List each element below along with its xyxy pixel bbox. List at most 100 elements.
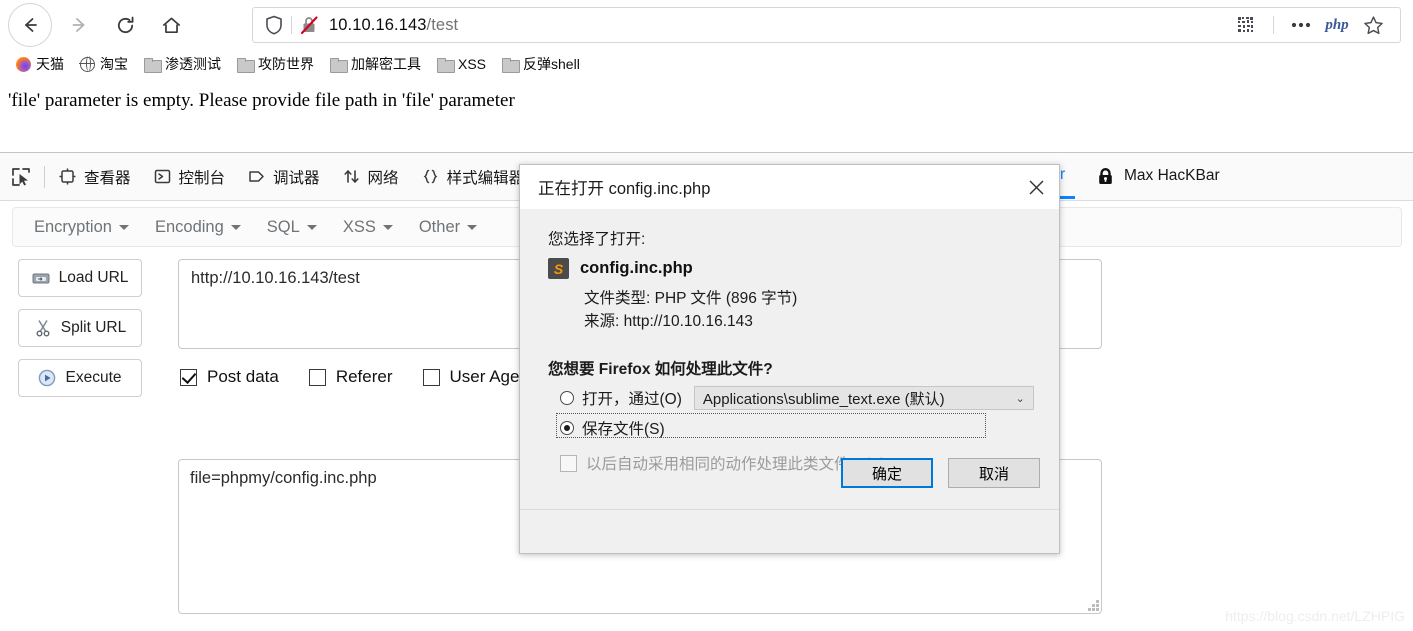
bookmark-label: XSS — [458, 56, 487, 72]
radio-open-with[interactable]: 打开，通过(O) Applications\sublime_text.exe (… — [560, 386, 1034, 410]
tab-network[interactable]: 网络 — [331, 154, 410, 200]
application-select[interactable]: Applications\sublime_text.exe (默认) ⌄ — [693, 386, 1034, 410]
dialog-file-type: 文件类型: PHP 文件 (896 字节) — [584, 290, 798, 307]
back-button[interactable] — [8, 3, 52, 47]
navigation-bar: 10.10.16.143/test php — [0, 0, 1413, 50]
bookmark-xss[interactable]: XSS — [431, 54, 492, 74]
style-editor-icon — [421, 167, 440, 186]
actions-divider — [1273, 16, 1274, 34]
browser-chrome: 10.10.16.143/test php 天猫 淘宝 渗透测试 攻防世界 加解… — [0, 0, 1413, 78]
crossed-lock-icon[interactable] — [300, 15, 319, 35]
hackbar-action-buttons: Load URL Split URL Execute — [18, 259, 142, 409]
radio-button — [560, 421, 574, 435]
bookmark-label: 攻防世界 — [258, 56, 314, 72]
url-path: /test — [426, 15, 459, 34]
menu-encoding[interactable]: Encoding — [142, 213, 254, 242]
tab-label: 网络 — [367, 169, 399, 187]
load-url-icon — [32, 269, 50, 287]
reload-icon — [117, 16, 133, 33]
menu-label: Encryption — [34, 217, 112, 236]
checkbox-box — [560, 454, 577, 472]
checkbox-user-agent[interactable]: User Agent — [422, 367, 534, 387]
page-content-area: 'file' parameter is empty. Please provid… — [0, 78, 1413, 152]
forward-button[interactable] — [58, 4, 100, 46]
resize-grip[interactable] — [1087, 599, 1099, 611]
url-bar[interactable]: 10.10.16.143/test php — [252, 7, 1401, 43]
dialog-question: 您想要 Firefox 如何处理此文件? — [548, 361, 773, 378]
checkbox-label: Post data — [207, 367, 279, 386]
button-label: 取消 — [978, 465, 1009, 483]
dialog-title: 正在打开 config.inc.php — [538, 180, 711, 198]
dialog-file-row: S config.inc.php — [548, 258, 693, 279]
checkbox-box — [308, 368, 326, 386]
hackbar-post-data-value: file=phpmy/config.inc.php — [190, 469, 377, 487]
close-icon[interactable] — [1013, 165, 1059, 209]
tab-label: 调试器 — [273, 169, 320, 187]
radio-open-label: 打开，通过(O) — [582, 391, 682, 408]
ellipsis-icon[interactable] — [1284, 10, 1318, 40]
bookmark-label: 反弹shell — [523, 56, 580, 72]
chevron-down-icon — [306, 224, 317, 230]
radio-save-file[interactable]: 保存文件(S) — [556, 413, 986, 439]
bookmark-pentest[interactable]: 渗透测试 — [138, 52, 227, 76]
checkbox-box — [422, 368, 440, 386]
menu-xss[interactable]: XSS — [330, 213, 406, 242]
bookmark-taobao[interactable]: 淘宝 — [74, 52, 134, 76]
load-url-button[interactable]: Load URL — [18, 259, 142, 297]
tab-style-editor[interactable]: 样式编辑器 — [410, 154, 536, 200]
qr-code-icon[interactable] — [1229, 10, 1263, 40]
hackbar-url-value: http://10.10.16.143/test — [191, 269, 360, 287]
bookmark-label: 淘宝 — [100, 56, 128, 72]
bookmark-ctf[interactable]: 攻防世界 — [231, 52, 320, 76]
dialog-file-name: config.inc.php — [580, 259, 693, 277]
home-icon — [162, 16, 180, 33]
bookmark-crypto-tools[interactable]: 加解密工具 — [324, 52, 427, 76]
menu-label: SQL — [266, 217, 300, 236]
focus-outline — [556, 413, 986, 438]
shield-icon[interactable] — [265, 15, 283, 35]
menu-label: Encoding — [154, 217, 224, 236]
chevron-down-icon — [467, 224, 478, 230]
split-url-button[interactable]: Split URL — [18, 309, 142, 347]
folder-icon — [144, 57, 162, 73]
tab-label: 样式编辑器 — [446, 169, 525, 187]
dialog-file-source: 来源: http://10.10.16.143 — [584, 313, 753, 330]
checkbox-referer[interactable]: Referer — [308, 367, 393, 387]
bookmark-tianmao[interactable]: 天猫 — [10, 52, 70, 76]
bookmark-label: 天猫 — [36, 56, 64, 72]
menu-sql[interactable]: SQL — [254, 213, 330, 242]
checkbox-remember-choice[interactable]: 以后自动采用相同的动作处理此类文件。(A) — [560, 452, 886, 474]
url-text: 10.10.16.143/test — [329, 16, 458, 35]
lock-icon — [1096, 167, 1115, 186]
button-label: Execute — [65, 369, 122, 386]
home-button[interactable] — [150, 4, 192, 46]
checkbox-post-data[interactable]: Post data — [180, 367, 279, 387]
tab-debugger[interactable]: 调试器 — [236, 154, 331, 200]
debugger-icon — [247, 167, 266, 186]
bookmark-reverse-shell[interactable]: 反弹shell — [496, 52, 586, 76]
tab-console[interactable]: 控制台 — [142, 154, 237, 200]
php-badge-icon[interactable]: php — [1320, 10, 1354, 40]
inspector-icon — [58, 167, 77, 186]
tab-inspector[interactable]: 查看器 — [47, 154, 142, 200]
element-picker-icon[interactable] — [0, 154, 42, 200]
button-label: Load URL — [58, 269, 129, 286]
php-badge-label: php — [1325, 16, 1349, 33]
folder-icon — [502, 57, 521, 73]
reload-button[interactable] — [104, 4, 146, 46]
ok-button[interactable]: 确定 — [841, 458, 933, 488]
checkbox-label: Referer — [335, 367, 393, 386]
execute-button[interactable]: Execute — [18, 359, 142, 397]
menu-other[interactable]: Other — [406, 213, 490, 242]
cancel-button[interactable]: 取消 — [948, 458, 1040, 488]
tab-max-hackbar[interactable]: Max HacKBar — [1085, 153, 1231, 199]
button-label: Split URL — [60, 319, 127, 336]
firefox-logo-icon — [16, 56, 31, 72]
folder-icon — [330, 57, 348, 73]
checkbox-box — [180, 368, 197, 386]
console-icon — [153, 167, 172, 186]
sublime-text-icon: S — [548, 258, 569, 279]
back-arrow-icon — [25, 18, 37, 32]
star-icon[interactable] — [1356, 10, 1390, 40]
menu-encryption[interactable]: Encryption — [21, 213, 142, 242]
